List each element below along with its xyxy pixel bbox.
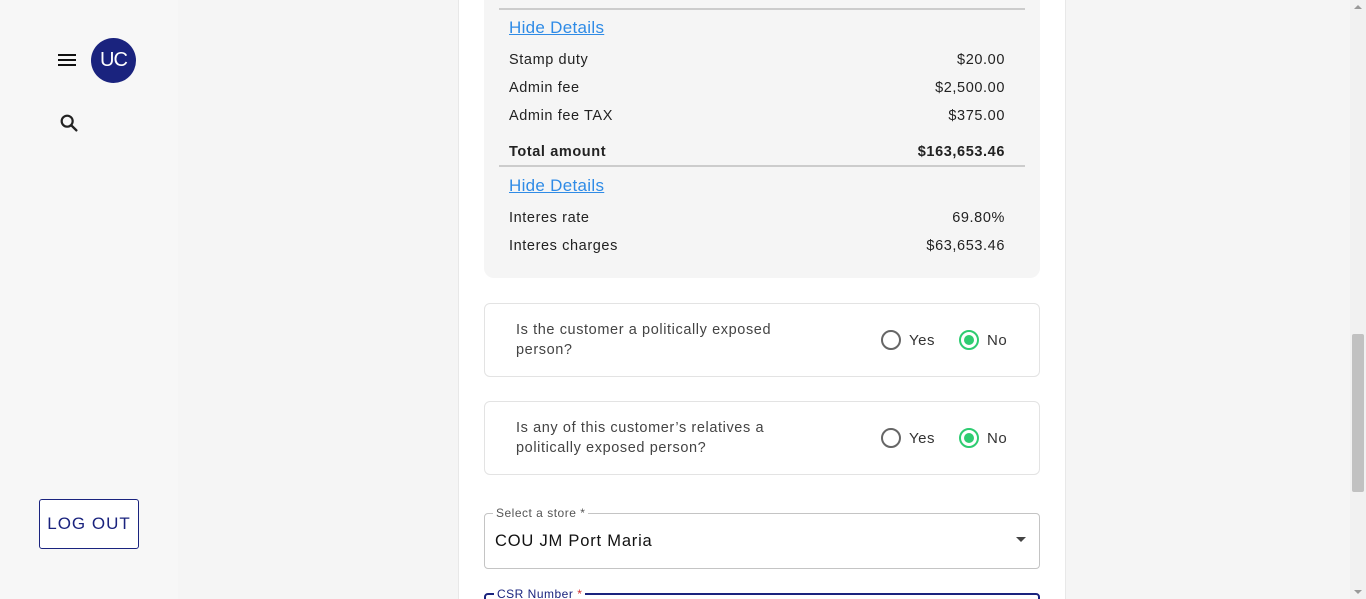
store-select-value: COU JM Port Maria <box>495 532 653 550</box>
store-select[interactable]: Select a store * COU JM Port Maria <box>484 506 1040 569</box>
fee-label-admin-fee: Admin fee <box>509 80 580 96</box>
relatives-pep-no-option[interactable]: No <box>959 428 1007 448</box>
total-amount-value: $163,653.46 <box>917 144 1005 160</box>
search-icon[interactable] <box>58 112 80 134</box>
hide-details-link[interactable]: Hide Details <box>509 176 604 196</box>
radio-unchecked-icon[interactable] <box>881 428 901 448</box>
interest-rate-label: Interes rate <box>509 210 590 226</box>
interest-rate-value: 69.80% <box>952 210 1005 226</box>
radio-label: Yes <box>909 429 935 447</box>
relatives-pep-question-text: Is any of this customer’s relatives a po… <box>516 420 765 456</box>
radio-checked-icon[interactable] <box>959 428 979 448</box>
interest-charges-value: $63,653.46 <box>926 238 1005 254</box>
pep-question-text: Is the customer a politically exposed pe… <box>516 322 772 358</box>
pep-no-option[interactable]: No <box>959 330 1007 350</box>
hamburger-menu-icon[interactable] <box>55 50 79 70</box>
csr-number-label: CSR Number * <box>494 587 586 599</box>
scrollbar-thumb[interactable] <box>1352 334 1364 492</box>
fee-value-admin-fee-tax: $375.00 <box>948 108 1005 124</box>
scroll-up-arrow-icon[interactable] <box>1354 5 1362 9</box>
divider <box>499 165 1025 167</box>
chevron-down-icon[interactable] <box>1016 537 1026 542</box>
radio-unchecked-icon[interactable] <box>881 330 901 350</box>
radio-label: Yes <box>909 331 935 349</box>
fee-value-admin-fee: $2,500.00 <box>935 80 1005 96</box>
divider <box>499 8 1025 10</box>
csr-number-label-text: CSR Number <box>497 587 574 599</box>
fee-label-admin-fee-tax: Admin fee TAX <box>509 108 613 124</box>
pep-question-card: Is the customer a politically exposed pe… <box>484 303 1040 377</box>
avatar[interactable]: UC <box>91 38 136 83</box>
relatives-pep-question-card: Is any of this customer’s relatives a po… <box>484 401 1040 475</box>
interest-charges-label: Interes charges <box>509 238 618 254</box>
relatives-pep-yes-option[interactable]: Yes <box>881 428 935 448</box>
scroll-down-arrow-icon[interactable] <box>1354 590 1362 594</box>
pep-yes-option[interactable]: Yes <box>881 330 935 350</box>
page-scrollbar[interactable] <box>1350 0 1366 599</box>
radio-label: No <box>987 429 1008 447</box>
sidebar: UC LOG OUT <box>0 0 178 599</box>
fee-label-stamp-duty: Stamp duty <box>509 52 589 68</box>
hide-details-link[interactable]: Hide Details <box>509 18 604 38</box>
logout-button[interactable]: LOG OUT <box>39 499 139 549</box>
required-mark: * <box>577 587 583 599</box>
store-select-label: Select a store * <box>493 506 589 520</box>
radio-checked-icon[interactable] <box>959 330 979 350</box>
radio-label: No <box>987 331 1008 349</box>
total-amount-label: Total amount <box>509 144 607 160</box>
fee-value-stamp-duty: $20.00 <box>957 52 1005 68</box>
loan-summary-card <box>484 0 1040 278</box>
csr-number-field[interactable]: CSR Number * <box>484 587 1040 599</box>
